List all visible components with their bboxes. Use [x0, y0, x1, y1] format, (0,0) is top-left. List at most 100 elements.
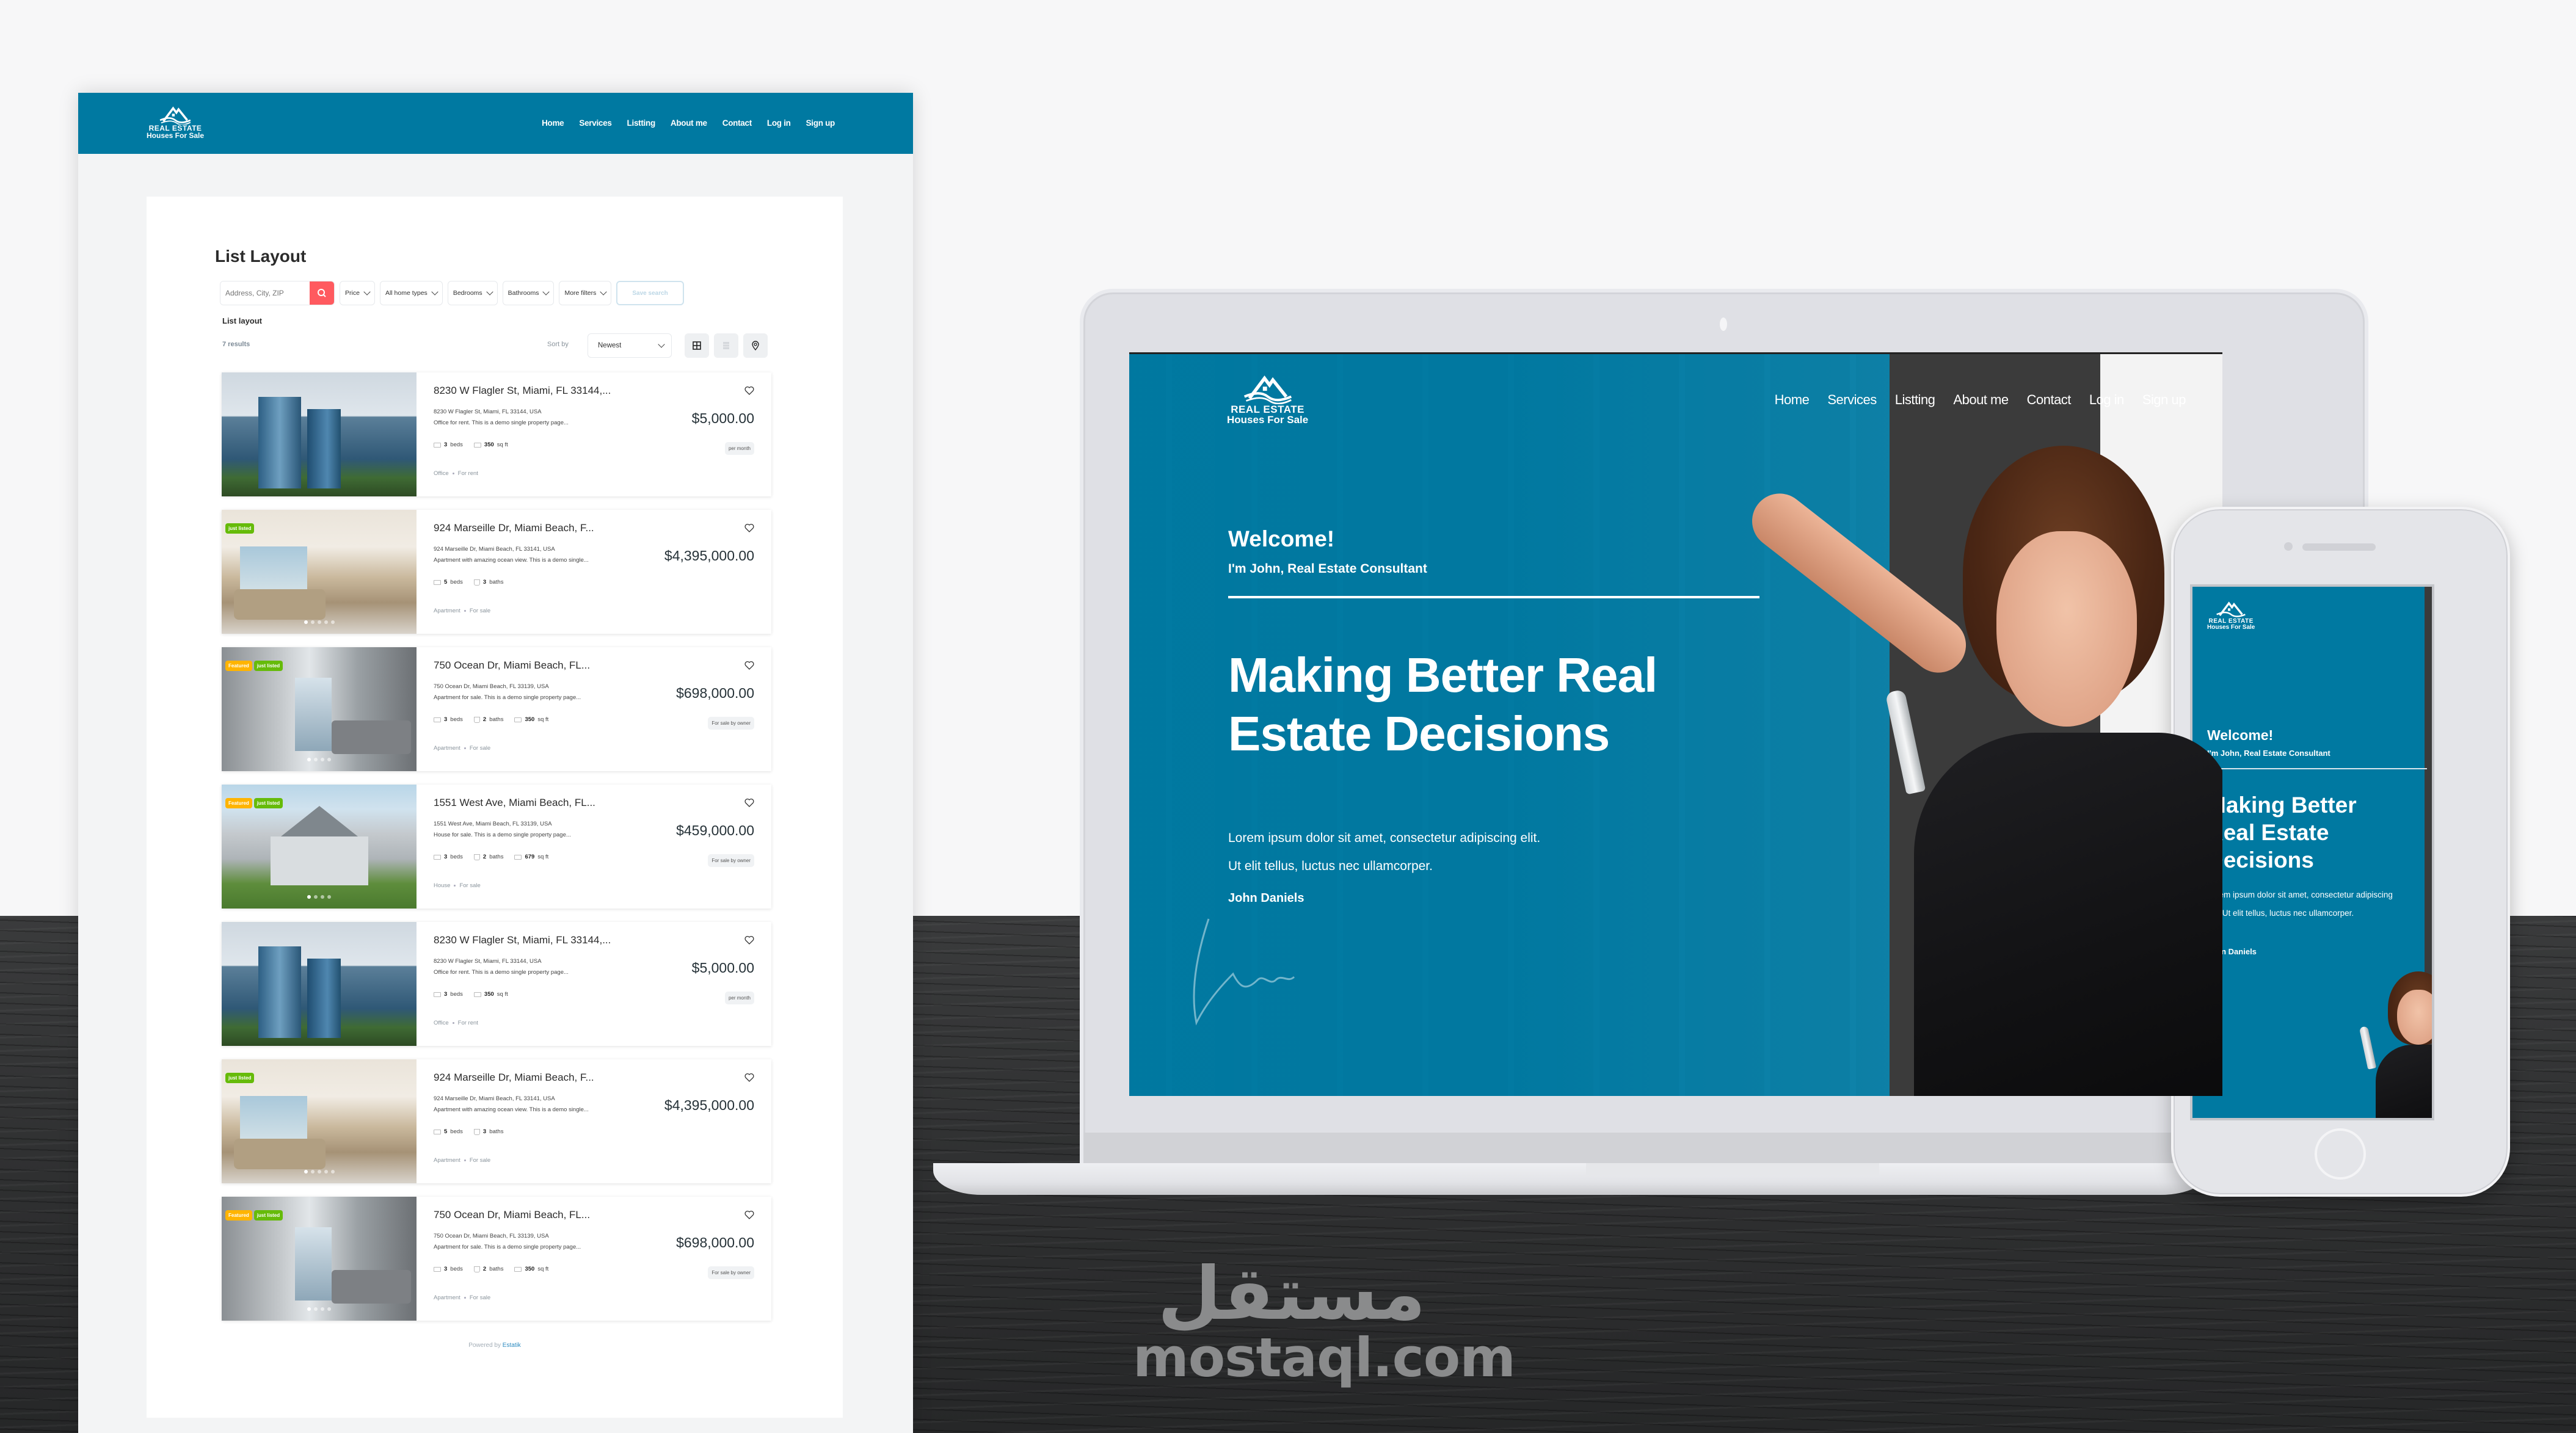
ruler-icon: [473, 442, 481, 448]
filter-price[interactable]: Price: [340, 281, 375, 305]
carousel-dot[interactable]: [317, 620, 321, 624]
carousel-dot[interactable]: [317, 1170, 321, 1174]
map-view-button[interactable]: [743, 333, 768, 358]
carousel-dot[interactable]: [321, 895, 324, 899]
watermark-arabic: مستقل: [1157, 1252, 1426, 1337]
spec-beds: 3 beds: [434, 1266, 463, 1272]
carousel-dot[interactable]: [304, 1170, 308, 1174]
carousel-dot[interactable]: [321, 1307, 324, 1311]
listing-title[interactable]: 1551 West Ave, Miami Beach, FL...: [434, 797, 771, 809]
listing-title[interactable]: 8230 W Flagler St, Miami, FL 33144,...: [434, 934, 771, 946]
filter-label: All home types: [385, 289, 428, 297]
listing-card[interactable]: 8230 W Flagler St, Miami, FL 33144,... 8…: [222, 372, 771, 496]
carousel-dot[interactable]: [314, 1307, 318, 1311]
nav-login[interactable]: Log in: [767, 118, 791, 128]
filter-home-types[interactable]: All home types: [379, 281, 443, 305]
ruler-icon: [514, 1266, 522, 1272]
heart-icon[interactable]: [744, 386, 754, 395]
badge-group: Featured just listed: [225, 1210, 283, 1221]
nav-listing[interactable]: Listting: [627, 118, 656, 128]
listing-title[interactable]: 924 Marseille Dr, Miami Beach, F...: [434, 1072, 771, 1084]
carousel-dot[interactable]: [327, 1307, 331, 1311]
listing-photo[interactable]: just listed: [222, 1059, 417, 1183]
sort-dropdown[interactable]: Newest: [588, 333, 672, 358]
carousel-dot[interactable]: [314, 758, 318, 761]
carousel-dot[interactable]: [321, 758, 324, 761]
property-type: Office: [434, 470, 449, 477]
bed-icon: [434, 442, 441, 448]
listing-title[interactable]: 8230 W Flagler St, Miami, FL 33144,...: [434, 385, 771, 397]
site-logo[interactable]: REAL ESTATE Houses For Sale: [1227, 372, 1308, 426]
nav-contact[interactable]: Contact: [2027, 392, 2072, 408]
nav-services[interactable]: Services: [1827, 392, 1877, 408]
hero-body-line-1: Lorem ipsum dolor sit amet, consectetur …: [1228, 831, 1541, 845]
filter-bedrooms[interactable]: Bedrooms: [447, 281, 498, 305]
baths-value: 2: [482, 1266, 487, 1272]
carousel-dot[interactable]: [330, 1170, 335, 1174]
listing-details: 924 Marseille Dr, Miami Beach, F... 924 …: [417, 510, 771, 634]
nav-services[interactable]: Services: [579, 118, 611, 128]
search-button[interactable]: [310, 281, 334, 305]
search-input[interactable]: [220, 281, 310, 305]
nav-home[interactable]: Home: [1775, 392, 1810, 408]
carousel-dot[interactable]: [327, 895, 331, 899]
estatik-link[interactable]: Estatik: [503, 1342, 521, 1349]
carousel-dot[interactable]: [304, 620, 308, 624]
heart-icon[interactable]: [744, 661, 754, 670]
nav-login[interactable]: Log in: [2089, 392, 2124, 408]
heart-icon[interactable]: [744, 935, 754, 945]
nav-home[interactable]: Home: [542, 118, 564, 128]
listing-photo[interactable]: just listed: [222, 510, 417, 634]
carousel-dot[interactable]: [324, 620, 328, 624]
listing-title[interactable]: 750 Ocean Dr, Miami Beach, FL...: [434, 1209, 771, 1221]
heart-icon[interactable]: [744, 523, 754, 532]
listing-title[interactable]: 924 Marseille Dr, Miami Beach, F...: [434, 522, 771, 534]
save-search-button[interactable]: Save search: [616, 281, 684, 305]
carousel-dot[interactable]: [310, 620, 315, 624]
listing-card[interactable]: Featured just listed 1551 West Ave, Miami…: [222, 785, 771, 909]
listing-card[interactable]: 8230 W Flagler St, Miami, FL 33144,... 8…: [222, 922, 771, 1046]
listing-category: Apartment For sale: [434, 608, 490, 614]
spec-baths: 2 baths: [473, 716, 503, 723]
carousel-dot[interactable]: [307, 758, 311, 761]
bed-icon: [434, 854, 441, 860]
listing-photo[interactable]: Featured just listed: [222, 1197, 417, 1321]
list-view-button[interactable]: [714, 333, 738, 358]
heart-icon[interactable]: [744, 1073, 754, 1082]
spec-baths: 2 baths: [473, 1266, 503, 1272]
listing-title[interactable]: 750 Ocean Dr, Miami Beach, FL...: [434, 659, 771, 672]
heart-icon[interactable]: [744, 798, 754, 807]
listing-photo[interactable]: Featured just listed: [222, 785, 417, 909]
listing-category: Apartment For sale: [434, 1294, 490, 1301]
listing-photo[interactable]: Featured just listed: [222, 647, 417, 771]
carousel-dot[interactable]: [310, 1170, 315, 1174]
carousel-dot[interactable]: [330, 620, 335, 624]
hero-subtitle: I'm John, Real Estate Consultant: [1228, 562, 1427, 576]
heart-icon[interactable]: [744, 1210, 754, 1219]
carousel-dot[interactable]: [327, 758, 331, 761]
listing-photo[interactable]: [222, 372, 417, 496]
nav-listing[interactable]: Listting: [1895, 392, 1935, 408]
nav-about[interactable]: About me: [671, 118, 707, 128]
carousel-dot[interactable]: [324, 1170, 328, 1174]
grid-view-button[interactable]: [685, 333, 709, 358]
listing-card[interactable]: just listed 924 Marseille Dr, Miami Beac…: [222, 1059, 771, 1183]
filter-more[interactable]: More filters: [559, 281, 612, 305]
property-type: Apartment: [434, 1157, 460, 1164]
list-subtitle: List layout: [222, 316, 263, 325]
carousel-dot[interactable]: [314, 895, 318, 899]
nav-contact[interactable]: Contact: [722, 118, 752, 128]
property-type: Office: [434, 1020, 449, 1026]
nav-signup[interactable]: Sign up: [2142, 392, 2186, 408]
nav-signup[interactable]: Sign up: [806, 118, 835, 128]
listing-card[interactable]: Featured just listed 750 Ocean Dr, Miami …: [222, 1197, 771, 1321]
nav-about[interactable]: About me: [1953, 392, 2009, 408]
carousel-dot[interactable]: [307, 1307, 311, 1311]
site-logo[interactable]: REAL ESTATE Houses For Sale: [147, 105, 204, 140]
listing-card[interactable]: just listed 924 Marseille Dr, Miami Beac…: [222, 510, 771, 634]
listing-card[interactable]: Featured just listed 750 Ocean Dr, Miami …: [222, 647, 771, 771]
carousel-dot[interactable]: [307, 895, 311, 899]
watermark-latin: mostaql.com: [1133, 1326, 1516, 1389]
filter-bathrooms[interactable]: Bathrooms: [502, 281, 555, 305]
listing-photo[interactable]: [222, 922, 417, 1046]
